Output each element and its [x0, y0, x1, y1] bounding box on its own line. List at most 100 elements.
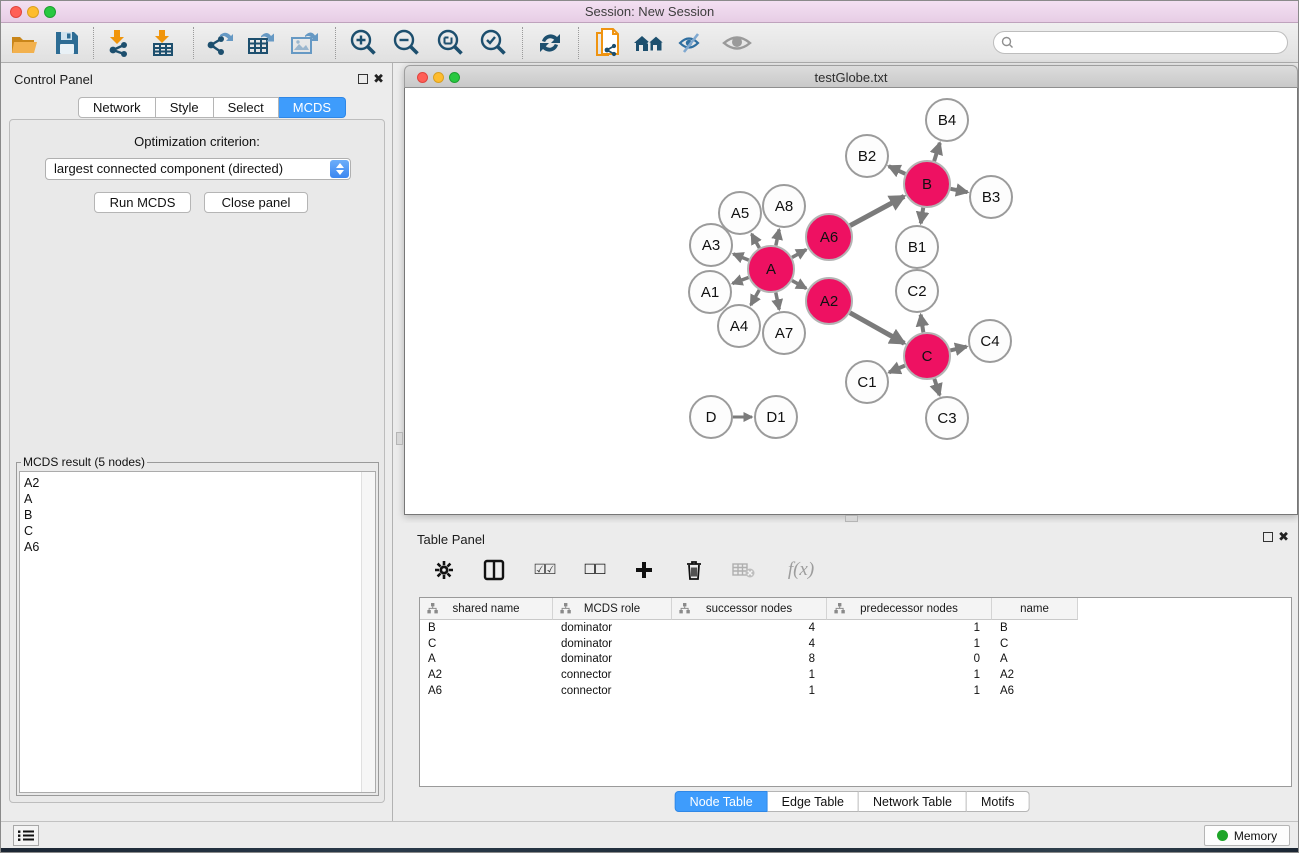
edge-B-B1[interactable] — [921, 208, 923, 224]
node-A5[interactable]: A5 — [719, 192, 761, 234]
search-input[interactable] — [1018, 36, 1268, 50]
export-image-button[interactable] — [287, 27, 321, 59]
table-row[interactable]: Adominator80A — [420, 652, 1291, 668]
mcds-result-list[interactable]: A2ABCA6 — [19, 471, 376, 793]
delete-trash-icon[interactable] — [681, 557, 707, 583]
open-session-button[interactable] — [7, 27, 41, 59]
tab-node-table[interactable]: Node Table — [675, 791, 768, 812]
zoom-in-button[interactable] — [346, 27, 380, 59]
import-table-button[interactable] — [146, 27, 180, 59]
node-A4[interactable]: A4 — [718, 305, 760, 347]
zoom-fit-button[interactable] — [433, 27, 467, 59]
table-row[interactable]: Cdominator41C — [420, 636, 1291, 652]
edge-B-B4[interactable] — [934, 143, 940, 161]
edge-A-A4[interactable] — [751, 290, 760, 305]
settings-gear-icon[interactable] — [431, 557, 457, 583]
eye-slash-icon[interactable] — [674, 27, 708, 59]
float-panel-icon[interactable] — [1263, 532, 1273, 542]
edge-C-C4[interactable] — [950, 347, 966, 351]
tab-select[interactable]: Select — [214, 97, 279, 118]
save-session-button[interactable] — [50, 27, 84, 59]
node-C3[interactable]: C3 — [926, 397, 968, 439]
column-header-MCDS-role[interactable]: MCDS role — [553, 598, 672, 620]
mcds-result-item[interactable]: A — [24, 491, 375, 507]
node-C1[interactable]: C1 — [846, 361, 888, 403]
column-header-successor-nodes[interactable]: successor nodes — [672, 598, 827, 620]
float-panel-icon[interactable] — [358, 74, 368, 84]
tab-motifs[interactable]: Motifs — [967, 791, 1029, 812]
edge-B-B3[interactable] — [951, 189, 968, 192]
edge-A6-B[interactable] — [850, 196, 904, 225]
table-row[interactable]: Bdominator41B — [420, 620, 1291, 636]
edge-A-A5[interactable] — [752, 234, 760, 248]
delete-table-icon[interactable] — [731, 557, 757, 583]
double-home-icon[interactable] — [632, 27, 666, 59]
tab-network-table[interactable]: Network Table — [859, 791, 967, 812]
edge-A2-C[interactable] — [850, 313, 904, 344]
zoom-out-button[interactable] — [389, 27, 423, 59]
mcds-result-item[interactable]: C — [24, 523, 375, 539]
add-column-icon[interactable] — [631, 557, 657, 583]
mcds-result-item[interactable]: A2 — [24, 475, 375, 491]
node-A7[interactable]: A7 — [763, 312, 805, 354]
function-builder-icon[interactable]: f(x) — [781, 557, 821, 583]
node-B1[interactable]: B1 — [896, 226, 938, 268]
mcds-result-item[interactable]: B — [24, 507, 375, 523]
node-B4[interactable]: B4 — [926, 99, 968, 141]
network-window-titlebar[interactable]: testGlobe.txt — [404, 65, 1298, 88]
edge-A-A8[interactable] — [776, 230, 779, 246]
node-C[interactable]: C — [904, 333, 950, 379]
table-row[interactable]: A6connector11A6 — [420, 683, 1291, 699]
node-A[interactable]: A — [748, 246, 794, 292]
edge-A-A6[interactable] — [792, 250, 806, 258]
splitter-grip[interactable] — [396, 432, 403, 445]
export-table-button[interactable] — [244, 27, 278, 59]
new-network-from-selection-button[interactable] — [591, 27, 625, 59]
close-panel-button[interactable]: Close panel — [204, 192, 308, 213]
network-canvas[interactable]: AA1A2A3A4A5A6A7A8BB1B2B3B4CC1C2C3C4DD1 — [404, 88, 1298, 515]
node-B3[interactable]: B3 — [970, 176, 1012, 218]
column-header-name[interactable]: name — [992, 598, 1078, 620]
node-table[interactable]: shared nameMCDS rolesuccessor nodesprede… — [419, 597, 1292, 787]
edge-A-A3[interactable] — [733, 254, 748, 260]
export-network-button[interactable] — [202, 27, 236, 59]
node-B[interactable]: B — [904, 161, 950, 207]
edge-A-A1[interactable] — [732, 277, 748, 283]
node-A8[interactable]: A8 — [763, 185, 805, 227]
eye-icon[interactable] — [720, 27, 754, 59]
deselect-all-icon[interactable]: ☐☐ — [581, 557, 607, 583]
splitter-grip[interactable] — [845, 515, 858, 522]
node-A3[interactable]: A3 — [690, 224, 732, 266]
column-browser-icon[interactable] — [481, 557, 507, 583]
close-panel-icon[interactable]: ✖ — [373, 71, 384, 87]
edge-B-B2[interactable] — [889, 166, 906, 174]
node-D1[interactable]: D1 — [755, 396, 797, 438]
edge-C-C3[interactable] — [934, 379, 939, 395]
tab-style[interactable]: Style — [156, 97, 214, 118]
column-header-predecessor-nodes[interactable]: predecessor nodes — [827, 598, 992, 620]
import-network-button[interactable] — [101, 27, 135, 59]
zoom-selected-button[interactable] — [476, 27, 510, 59]
search-field[interactable] — [993, 31, 1288, 54]
scrollbar-track[interactable] — [361, 472, 375, 792]
task-list-icon[interactable] — [13, 825, 39, 846]
mcds-result-item[interactable]: A6 — [24, 539, 375, 555]
node-C4[interactable]: C4 — [969, 320, 1011, 362]
close-panel-icon[interactable]: ✖ — [1278, 529, 1289, 545]
edge-C-C1[interactable] — [889, 366, 905, 373]
tab-edge-table[interactable]: Edge Table — [768, 791, 859, 812]
node-A1[interactable]: A1 — [689, 271, 731, 313]
memory-button[interactable]: Memory — [1204, 825, 1290, 846]
node-A6[interactable]: A6 — [806, 214, 852, 260]
node-B2[interactable]: B2 — [846, 135, 888, 177]
refresh-button[interactable] — [533, 27, 567, 59]
tab-mcds[interactable]: MCDS — [279, 97, 346, 118]
table-row[interactable]: A2connector11A2 — [420, 667, 1291, 683]
edge-A-A7[interactable] — [776, 293, 779, 310]
node-C2[interactable]: C2 — [896, 270, 938, 312]
edge-C-C2[interactable] — [921, 315, 924, 333]
select-all-icon[interactable]: ☑☑ — [531, 557, 557, 583]
node-A2[interactable]: A2 — [806, 278, 852, 324]
tab-network[interactable]: Network — [78, 97, 156, 118]
run-mcds-button[interactable]: Run MCDS — [94, 192, 191, 213]
